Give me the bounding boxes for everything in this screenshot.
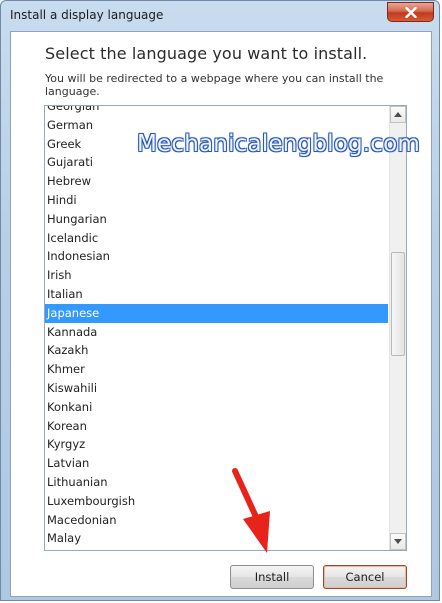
language-item[interactable]: Kazakh bbox=[45, 341, 388, 360]
language-item[interactable]: Kiswahili bbox=[45, 379, 388, 398]
language-item[interactable]: Lithuanian bbox=[45, 473, 388, 492]
scroll-down-button[interactable] bbox=[390, 533, 406, 550]
language-item[interactable]: Hungarian bbox=[45, 210, 388, 229]
language-item[interactable]: Latvian bbox=[45, 454, 388, 473]
cancel-button[interactable]: Cancel bbox=[323, 565, 407, 589]
chevron-down-icon bbox=[394, 539, 402, 544]
language-item[interactable]: Italian bbox=[45, 285, 388, 304]
close-button[interactable] bbox=[387, 2, 434, 22]
language-item[interactable]: Hindi bbox=[45, 191, 388, 210]
language-item[interactable]: Korean bbox=[45, 417, 388, 436]
language-item[interactable]: Konkani bbox=[45, 398, 388, 417]
language-item[interactable]: Indonesian bbox=[45, 247, 388, 266]
language-item[interactable]: Malay bbox=[45, 529, 388, 548]
language-item[interactable]: Icelandic bbox=[45, 229, 388, 248]
title-bar[interactable]: Install a display language bbox=[1, 1, 441, 31]
language-item[interactable]: Macedonian bbox=[45, 511, 388, 530]
install-button[interactable]: Install bbox=[230, 565, 314, 589]
red-arrow-icon bbox=[232, 468, 270, 553]
language-item[interactable]: Kannada bbox=[45, 323, 388, 342]
chevron-up-icon bbox=[394, 112, 402, 117]
language-item[interactable]: Kyrgyz bbox=[45, 435, 388, 454]
watermark-text: Mechanicalengblog.com bbox=[137, 131, 421, 157]
vertical-scrollbar[interactable] bbox=[389, 106, 406, 550]
scroll-thumb[interactable] bbox=[391, 252, 405, 356]
window-title: Install a display language bbox=[10, 8, 164, 22]
language-item[interactable]: Japanese bbox=[45, 303, 388, 323]
language-listbox[interactable]: Georgian German Greek Gujarati Hebrew Hindi Hu… bbox=[44, 105, 407, 551]
page-title: Select the language you want to install. bbox=[45, 44, 368, 63]
language-item[interactable]: Luxembourgish bbox=[45, 492, 388, 511]
dialog-content: Select the language you want to install.… bbox=[10, 31, 432, 597]
instruction-text: You will be redirected to a webpage wher… bbox=[45, 72, 384, 98]
language-list[interactable]: Georgian German Greek Gujarati Hebrew Hindi Hu… bbox=[45, 106, 388, 548]
language-item[interactable]: Khmer bbox=[45, 360, 388, 379]
scroll-up-button[interactable] bbox=[390, 106, 406, 123]
language-item[interactable]: Irish bbox=[45, 266, 388, 285]
language-item[interactable]: Hebrew bbox=[45, 172, 388, 191]
dialog-window: Install a display language Select the la… bbox=[0, 0, 440, 601]
close-icon bbox=[404, 6, 417, 18]
language-item[interactable]: Georgian bbox=[45, 106, 388, 116]
